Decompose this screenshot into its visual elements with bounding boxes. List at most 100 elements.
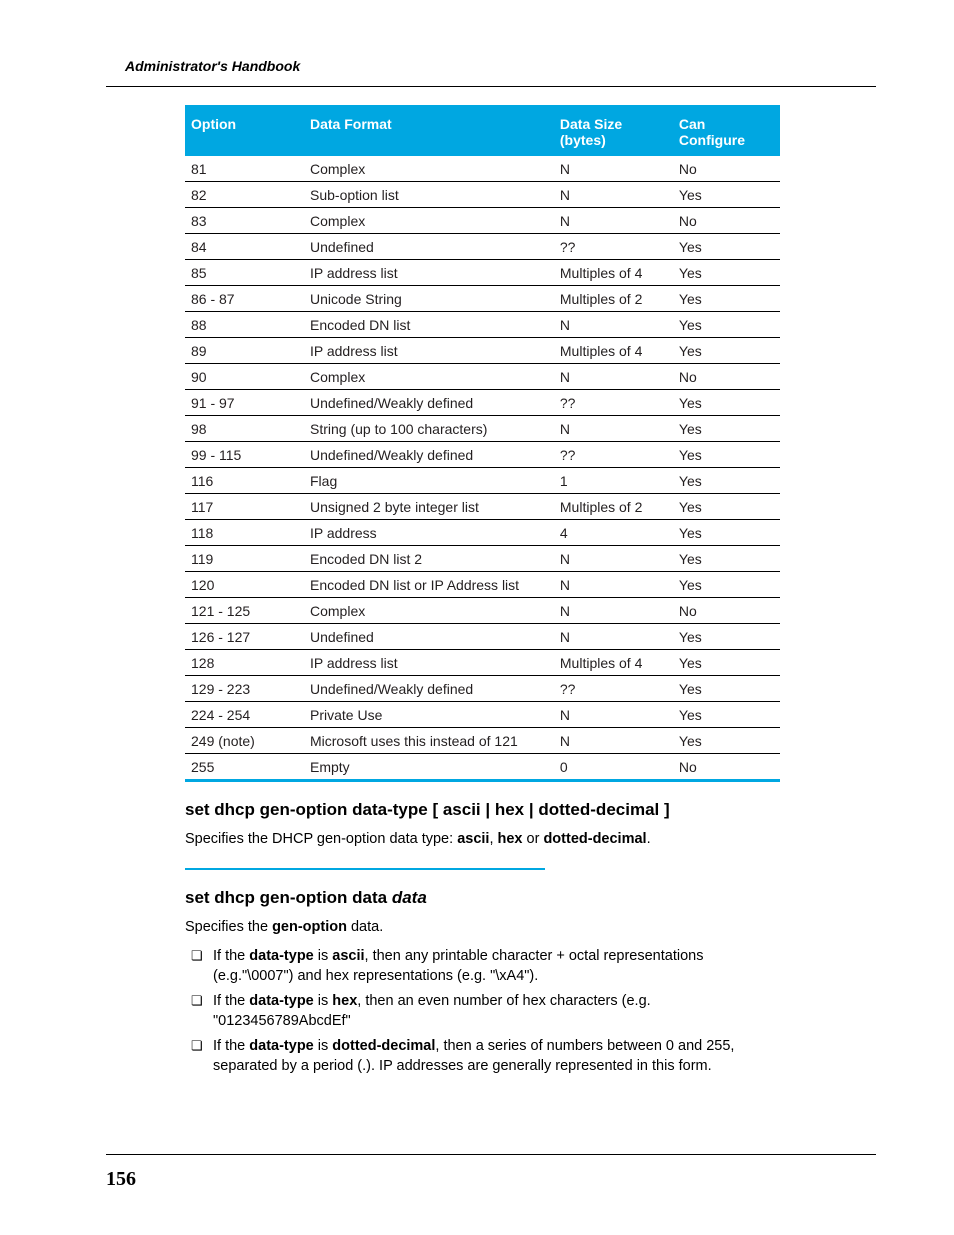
cell-size: Multiples of 4 bbox=[554, 650, 673, 676]
th-conf-line2: Configure bbox=[679, 132, 745, 148]
cell-size: N bbox=[554, 208, 673, 234]
cell-format: Complex bbox=[304, 208, 554, 234]
cell-conf: Yes bbox=[673, 338, 780, 364]
list-item: If the data-type is hex, then an even nu… bbox=[191, 992, 780, 1037]
cell-size: N bbox=[554, 728, 673, 754]
cell-option: 89 bbox=[185, 338, 304, 364]
cell-option: 120 bbox=[185, 572, 304, 598]
text-span: Specifies the bbox=[185, 919, 272, 935]
cell-format: Microsoft uses this instead of 121 bbox=[304, 728, 554, 754]
cell-size: 1 bbox=[554, 468, 673, 494]
table-row: 129 - 223Undefined/Weakly defined??Yes bbox=[185, 676, 780, 702]
bold-data-type: data-type bbox=[249, 1038, 313, 1054]
cell-option: 224 - 254 bbox=[185, 702, 304, 728]
cell-option: 83 bbox=[185, 208, 304, 234]
list-item: If the data-type is dotted-decimal, then… bbox=[191, 1037, 780, 1082]
table-row: 116Flag1Yes bbox=[185, 468, 780, 494]
cell-size: Multiples of 4 bbox=[554, 260, 673, 286]
bold-value: ascii bbox=[332, 948, 364, 964]
table-row: 119Encoded DN list 2NYes bbox=[185, 546, 780, 572]
cell-conf: No bbox=[673, 156, 780, 182]
cell-conf: Yes bbox=[673, 234, 780, 260]
section-heading-data: set dhcp gen-option data data bbox=[185, 888, 780, 908]
cell-option: 85 bbox=[185, 260, 304, 286]
cell-option: 82 bbox=[185, 182, 304, 208]
cell-format: Encoded DN list or IP Address list bbox=[304, 572, 554, 598]
cell-size: 4 bbox=[554, 520, 673, 546]
cell-size: ?? bbox=[554, 234, 673, 260]
bullet-list: If the data-type is ascii, then any prin… bbox=[191, 947, 780, 1082]
cell-format: Undefined/Weakly defined bbox=[304, 676, 554, 702]
cell-size: Multiples of 2 bbox=[554, 494, 673, 520]
bold-data-type: data-type bbox=[249, 993, 313, 1009]
table-row: 88Encoded DN listNYes bbox=[185, 312, 780, 338]
cell-format: IP address list bbox=[304, 260, 554, 286]
cell-conf: No bbox=[673, 754, 780, 781]
cell-option: 255 bbox=[185, 754, 304, 781]
text-span: Specifies the DHCP gen-option data type: bbox=[185, 831, 457, 847]
cell-conf: Yes bbox=[673, 494, 780, 520]
text-span: , bbox=[489, 831, 497, 847]
th-data-size: Data Size (bytes) bbox=[554, 107, 673, 157]
cell-format: Empty bbox=[304, 754, 554, 781]
cell-option: 119 bbox=[185, 546, 304, 572]
para-data-type: Specifies the DHCP gen-option data type:… bbox=[185, 830, 780, 850]
bold-dotted-decimal: dotted-decimal bbox=[543, 831, 646, 847]
cell-option: 81 bbox=[185, 156, 304, 182]
cell-conf: Yes bbox=[673, 286, 780, 312]
cell-option: 121 - 125 bbox=[185, 598, 304, 624]
cell-size: ?? bbox=[554, 442, 673, 468]
text-span: If the bbox=[213, 993, 249, 1009]
bold-value: dotted-decimal bbox=[332, 1038, 435, 1054]
table-row: 86 - 87Unicode StringMultiples of 2Yes bbox=[185, 286, 780, 312]
table-header-row: Option Data Format Data Size (bytes) Can… bbox=[185, 107, 780, 157]
bold-ascii: ascii bbox=[457, 831, 489, 847]
table-row: 90ComplexNNo bbox=[185, 364, 780, 390]
text-span: If the bbox=[213, 1038, 249, 1054]
cell-conf: Yes bbox=[673, 676, 780, 702]
table-row: 121 - 125ComplexNNo bbox=[185, 598, 780, 624]
th-data-format: Data Format bbox=[304, 107, 554, 157]
cell-conf: Yes bbox=[673, 624, 780, 650]
cell-conf: Yes bbox=[673, 572, 780, 598]
cell-size: Multiples of 2 bbox=[554, 286, 673, 312]
text-span: is bbox=[314, 1038, 333, 1054]
header-rule bbox=[106, 86, 876, 87]
footer-rule bbox=[106, 1154, 876, 1155]
table-row: 128IP address listMultiples of 4Yes bbox=[185, 650, 780, 676]
cell-option: 116 bbox=[185, 468, 304, 494]
text-span: . bbox=[647, 831, 651, 847]
cell-option: 249 (note) bbox=[185, 728, 304, 754]
cell-format: Unicode String bbox=[304, 286, 554, 312]
cell-size: N bbox=[554, 624, 673, 650]
heading-plain: set dhcp gen-option data bbox=[185, 888, 392, 907]
cell-conf: No bbox=[673, 208, 780, 234]
cell-format: Complex bbox=[304, 364, 554, 390]
page-number: 156 bbox=[106, 1168, 136, 1191]
table-row: 98String (up to 100 characters)NYes bbox=[185, 416, 780, 442]
cell-format: IP address list bbox=[304, 338, 554, 364]
page: Administrator's Handbook Option Data For… bbox=[0, 0, 954, 1235]
cell-format: Undefined bbox=[304, 624, 554, 650]
table-row: 117Unsigned 2 byte integer listMultiples… bbox=[185, 494, 780, 520]
table-row: 249 (note)Microsoft uses this instead of… bbox=[185, 728, 780, 754]
cell-conf: Yes bbox=[673, 702, 780, 728]
th-can-configure: Can Configure bbox=[673, 107, 780, 157]
cell-size: N bbox=[554, 364, 673, 390]
cell-format: IP address bbox=[304, 520, 554, 546]
cell-size: 0 bbox=[554, 754, 673, 781]
cell-size: N bbox=[554, 312, 673, 338]
table-row: 255Empty0No bbox=[185, 754, 780, 781]
cell-conf: Yes bbox=[673, 390, 780, 416]
cell-conf: Yes bbox=[673, 520, 780, 546]
cell-option: 128 bbox=[185, 650, 304, 676]
cell-option: 129 - 223 bbox=[185, 676, 304, 702]
table-row: 81ComplexNNo bbox=[185, 156, 780, 182]
text-span: or bbox=[523, 831, 544, 847]
bold-hex: hex bbox=[498, 831, 523, 847]
cell-format: IP address list bbox=[304, 650, 554, 676]
cell-size: N bbox=[554, 156, 673, 182]
options-table: Option Data Format Data Size (bytes) Can… bbox=[185, 105, 780, 782]
list-item: If the data-type is ascii, then any prin… bbox=[191, 947, 780, 992]
cell-format: Undefined/Weakly defined bbox=[304, 390, 554, 416]
